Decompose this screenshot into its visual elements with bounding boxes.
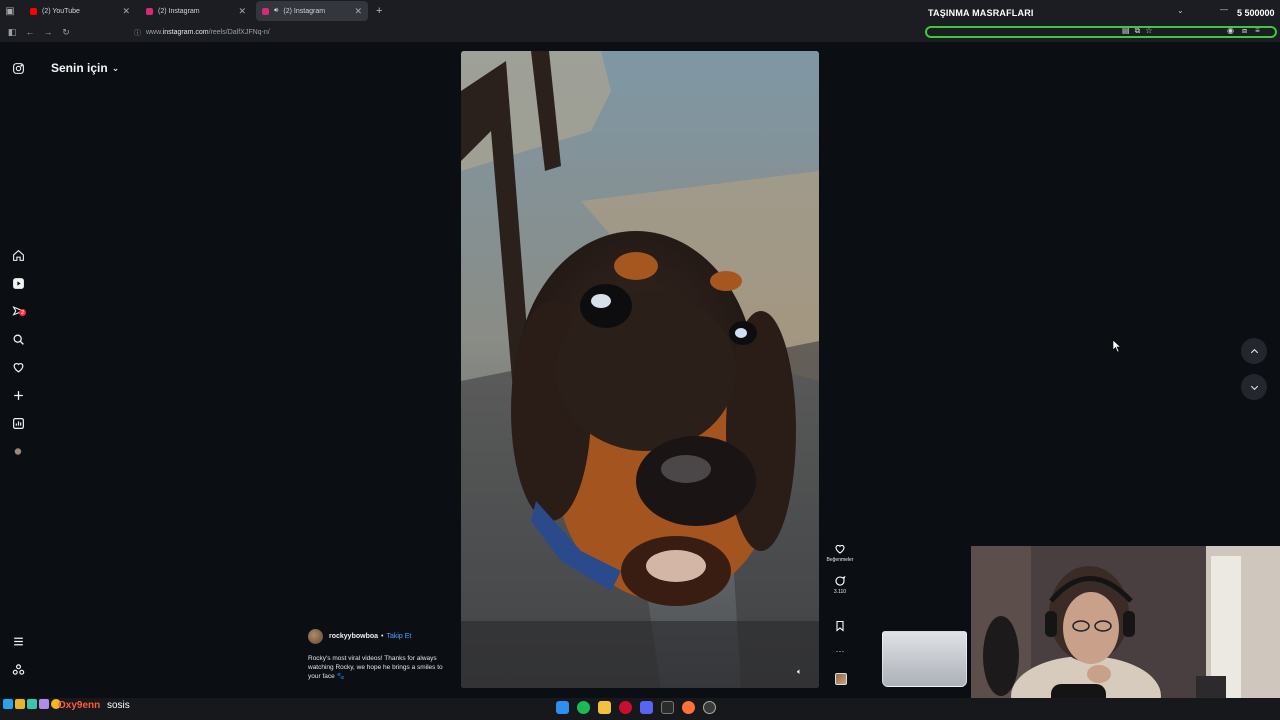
heart-icon[interactable] xyxy=(9,358,27,376)
terminal-icon[interactable] xyxy=(661,701,674,714)
taskbar-apps xyxy=(556,701,716,714)
badge-icon xyxy=(15,699,25,709)
comment-icon xyxy=(835,575,846,586)
create-icon[interactable] xyxy=(9,386,27,404)
notification-badge: 2 xyxy=(19,309,26,316)
comment-button[interactable]: 3.110 xyxy=(822,575,858,595)
site-info-icon[interactable]: ⓘ xyxy=(134,28,141,38)
instagram-logo-icon[interactable] xyxy=(9,59,27,77)
tab-overview-icon[interactable]: ▣ xyxy=(0,0,20,22)
stream-goal-title: TAŞINMA MASRAFLARI xyxy=(928,8,1034,18)
file-explorer-icon[interactable] xyxy=(598,701,611,714)
extensions-icon[interactable]: ⧈ xyxy=(1242,26,1247,36)
more-icon[interactable] xyxy=(9,660,27,678)
hamburger-menu-icon[interactable]: ≡ xyxy=(1255,26,1260,36)
mouse-cursor-icon xyxy=(1113,340,1121,352)
chevron-down-icon xyxy=(1250,385,1258,390)
chevron-down-icon[interactable]: ⌄ xyxy=(1177,6,1184,15)
search-icon[interactable] xyxy=(9,330,27,348)
chevron-down-icon: ⌄ xyxy=(111,62,120,73)
reel-author: rockyybowboa • Takip Et xyxy=(308,629,411,644)
page-title: Senin için xyxy=(51,61,108,75)
close-tab-icon[interactable]: ✕ xyxy=(354,6,362,17)
chat-username: Oxy9enn xyxy=(58,700,101,711)
menu-icon[interactable] xyxy=(9,632,27,650)
address-bar-actions: ▤ ⧉ ☆ xyxy=(1122,26,1152,36)
forward-icon[interactable]: → xyxy=(39,22,57,42)
more-options-button[interactable]: ··· xyxy=(822,646,858,656)
bookmark-icon xyxy=(836,620,844,632)
bookmark-star-icon[interactable]: ☆ xyxy=(1145,26,1152,36)
opera-icon[interactable] xyxy=(619,701,632,714)
badge-icon xyxy=(3,699,13,709)
account-icon[interactable]: ◉ xyxy=(1227,26,1234,36)
goal-progress-bar xyxy=(925,26,1277,38)
instagram-favicon-icon xyxy=(262,7,269,15)
audio-thumbnail[interactable] xyxy=(835,673,847,685)
back-icon[interactable]: ← xyxy=(21,22,39,42)
tab-youtube[interactable]: (2) YouTube ✕ xyxy=(24,1,136,21)
sidebar-toggle-icon[interactable]: ◧ xyxy=(3,22,21,42)
chat-message: sosis xyxy=(107,700,130,711)
close-tab-icon[interactable]: ✕ xyxy=(122,6,130,17)
browser-tab-bar: ▣ (2) YouTube ✕ (2) Instagram ✕ 🔊︎ (2) I… xyxy=(0,0,1280,22)
translate-icon[interactable]: ⧉ xyxy=(1135,26,1141,36)
tab-instagram-1[interactable]: (2) Instagram ✕ xyxy=(140,1,252,21)
windows-start-icon[interactable] xyxy=(556,701,569,714)
tab-label: (2) Instagram xyxy=(158,7,200,15)
chevron-up-icon xyxy=(1250,348,1258,353)
reel-video[interactable] xyxy=(461,51,819,688)
author-username[interactable]: rockyybowboa xyxy=(329,633,378,640)
url-text: www.instagram.com/reels/DalfXJFNq-n/ xyxy=(146,29,270,36)
reels-icon[interactable] xyxy=(9,274,27,292)
like-button[interactable]: Beğenmeler xyxy=(822,543,858,563)
minimize-icon[interactable]: — xyxy=(1220,5,1228,14)
speaker-icon[interactable]: 🔊︎ xyxy=(274,7,278,15)
save-button[interactable] xyxy=(822,620,858,632)
firefox-icon[interactable] xyxy=(682,701,695,714)
obs-icon[interactable] xyxy=(703,701,716,714)
dashboard-icon[interactable] xyxy=(9,414,27,432)
tab-instagram-2[interactable]: 🔊︎ (2) Instagram ✕ xyxy=(256,1,368,21)
instagram-sidebar: 2 xyxy=(0,42,36,698)
cup-overlay-image xyxy=(882,631,967,687)
profile-icon[interactable] xyxy=(9,442,27,460)
messages-icon[interactable]: 2 xyxy=(9,302,27,320)
stream-goal-count: 5 500000 xyxy=(1237,8,1275,18)
dog-video-frame xyxy=(461,51,819,688)
badge-icon xyxy=(39,699,49,709)
home-icon[interactable] xyxy=(9,246,27,264)
comments-count: 3.110 xyxy=(833,589,847,595)
separator: • xyxy=(381,633,384,640)
feed-selector[interactable]: Senin için ⌄ xyxy=(51,61,119,75)
reader-view-icon[interactable]: ▤ xyxy=(1122,26,1130,36)
volume-icon[interactable]: 🔈︎ xyxy=(797,667,809,679)
webcam-feed xyxy=(971,546,1280,720)
follow-button[interactable]: Takip Et xyxy=(386,633,411,640)
new-tab-button[interactable]: + xyxy=(376,5,382,17)
tab-label: (2) Instagram xyxy=(283,7,326,15)
close-tab-icon[interactable]: ✕ xyxy=(238,6,246,17)
browser-toolbar-icons: ◉ ⧈ ≡ xyxy=(1227,26,1260,36)
streamer-webcam-image xyxy=(971,546,1280,720)
tab-label: (2) YouTube xyxy=(42,7,80,15)
spotify-icon[interactable] xyxy=(577,701,590,714)
likes-label: Beğenmeler xyxy=(826,557,854,563)
address-bar[interactable]: ⓘ www.instagram.com/reels/DalfXJFNq-n/ xyxy=(134,25,914,40)
youtube-favicon-icon xyxy=(30,7,37,15)
stream-badges xyxy=(3,699,61,709)
avatar[interactable] xyxy=(308,629,323,644)
heart-icon xyxy=(835,544,845,554)
instagram-favicon-icon xyxy=(146,7,153,15)
ellipsis-icon: ··· xyxy=(835,646,845,656)
discord-icon[interactable] xyxy=(640,701,653,714)
reel-caption: Rocky's most viral videos! Thanks for al… xyxy=(308,655,443,680)
badge-icon xyxy=(27,699,37,709)
next-reel-button[interactable] xyxy=(1241,374,1267,400)
reload-icon[interactable]: ↻ xyxy=(57,22,75,42)
previous-reel-button[interactable] xyxy=(1241,338,1267,364)
